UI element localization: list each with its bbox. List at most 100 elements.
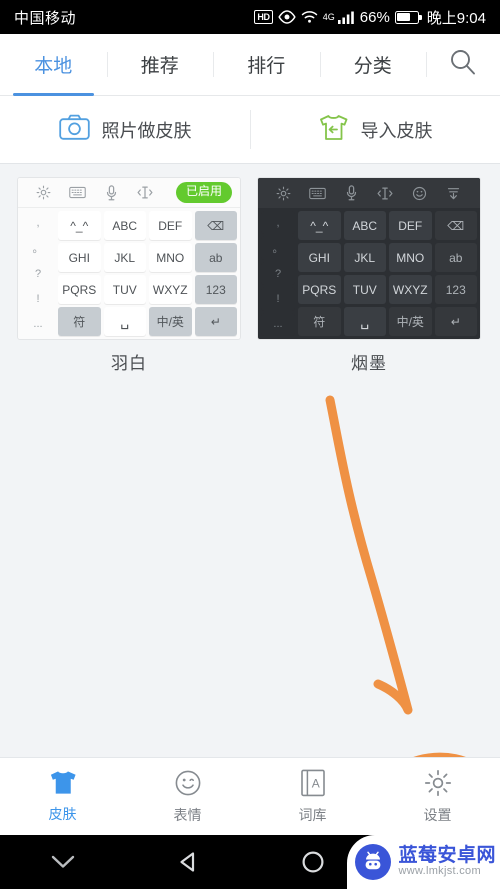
- microphone-icon: [94, 184, 128, 201]
- key-space[interactable]: ␣: [343, 307, 386, 336]
- wifi-icon: [301, 10, 318, 24]
- key-more[interactable]: ...: [261, 312, 295, 337]
- skin-name-light: 羽白: [111, 354, 147, 373]
- tshirt-import-icon: [318, 114, 349, 146]
- watermark: 蓝莓安卓网 www.lmkjst.com: [347, 835, 500, 889]
- status-bar: 中国移动 HD 4G 66% 晚上9:04: [0, 0, 500, 34]
- watermark-text: 蓝莓安卓网 www.lmkjst.com: [398, 846, 496, 877]
- key-123[interactable]: 123: [194, 275, 237, 304]
- keyboard-body-dark: , 。 ? ! ... ^_^ ABC DEF ⌫ GHI JKL MNO ab…: [258, 208, 480, 339]
- import-skin-label: 导入皮肤: [360, 120, 433, 141]
- key-backspace[interactable]: ⌫: [194, 211, 237, 240]
- photo-to-skin-button[interactable]: 照片做皮肤: [0, 96, 250, 163]
- key-def[interactable]: DEF: [149, 211, 192, 240]
- key-more[interactable]: ...: [21, 312, 55, 337]
- carrier-label: 中国移动: [14, 9, 77, 27]
- key-wxyz[interactable]: WXYZ: [149, 275, 192, 304]
- annotation-arrow-icon: [325, 395, 413, 715]
- gear-icon: [424, 769, 452, 800]
- action-bar: 照片做皮肤 导入皮肤: [0, 96, 500, 164]
- signal-bars-icon: [337, 11, 354, 24]
- cursor-move-icon: [128, 185, 162, 200]
- key-jkl[interactable]: JKL: [103, 243, 146, 272]
- skin-card-light[interactable]: 已启用 , 。 ? ! ... ^_^ ABC DEF ⌫ GHI JKL MN…: [18, 178, 240, 374]
- photo-to-skin-label: 照片做皮肤: [101, 120, 192, 141]
- network-type-label: 4G: [322, 12, 335, 22]
- tab-recommend[interactable]: 推荐: [106, 34, 214, 95]
- key-abc[interactable]: ABC: [343, 211, 386, 240]
- skin-name-dark: 烟墨: [351, 354, 387, 373]
- back-icon[interactable]: [125, 850, 250, 874]
- keyboard-left-column-light: , 。 ? ! ...: [21, 211, 55, 337]
- key-enter[interactable]: ↵: [434, 307, 477, 336]
- tab-local[interactable]: 本地: [0, 34, 107, 96]
- tab-ranking-label: 排行: [247, 56, 286, 77]
- tshirt-icon: [48, 769, 78, 799]
- search-icon: [448, 47, 478, 82]
- key-ab[interactable]: ab: [194, 243, 237, 272]
- key-wxyz[interactable]: WXYZ: [389, 275, 432, 304]
- tab-category[interactable]: 分类: [319, 34, 427, 95]
- key-mno[interactable]: MNO: [389, 243, 432, 272]
- nav-item-emoji-label: 表情: [173, 806, 202, 823]
- watermark-logo-icon: [355, 844, 392, 880]
- eye-icon: [278, 10, 296, 24]
- key-jkl[interactable]: JKL: [343, 243, 386, 272]
- tab-ranking[interactable]: 排行: [213, 34, 320, 95]
- key-emoticon[interactable]: ^_^: [58, 211, 101, 240]
- nav-item-emoji[interactable]: 表情: [125, 758, 250, 835]
- key-enter[interactable]: ↵: [194, 307, 237, 336]
- battery-percent-label: 66%: [359, 8, 390, 26]
- keyboard-body-light: , 。 ? ! ... ^_^ ABC DEF ⌫ GHI JKL MNO ab…: [18, 208, 240, 339]
- chevron-down-icon[interactable]: [0, 854, 125, 870]
- key-ghi[interactable]: GHI: [58, 243, 101, 272]
- nav-item-skins[interactable]: 皮肤: [0, 758, 125, 835]
- key-exclamation[interactable]: !: [261, 287, 295, 311]
- key-pqrs[interactable]: PQRS: [58, 275, 101, 304]
- keyboard-toolbar-dark: [258, 178, 480, 208]
- nav-item-settings[interactable]: 设置: [375, 758, 500, 835]
- key-exclamation[interactable]: !: [21, 287, 55, 311]
- tab-recommend-label: 推荐: [140, 56, 179, 77]
- key-mno[interactable]: MNO: [149, 243, 192, 272]
- key-pqrs[interactable]: PQRS: [298, 275, 341, 304]
- nav-item-dictionary[interactable]: A 词库: [250, 758, 375, 835]
- key-period[interactable]: 。: [261, 236, 295, 260]
- key-question[interactable]: ?: [261, 261, 295, 286]
- key-123[interactable]: 123: [434, 275, 477, 304]
- key-symbol[interactable]: 符: [298, 307, 341, 336]
- import-skin-button[interactable]: 导入皮肤: [250, 96, 500, 163]
- key-period[interactable]: 。: [21, 236, 55, 260]
- key-comma[interactable]: ,: [21, 211, 55, 235]
- camera-icon: [58, 114, 90, 145]
- clock-label: 晚上9:04: [426, 9, 486, 27]
- key-backspace[interactable]: ⌫: [434, 211, 477, 240]
- key-language-toggle[interactable]: 中/英: [149, 307, 192, 336]
- key-space[interactable]: ␣: [103, 307, 146, 336]
- search-button[interactable]: [426, 34, 500, 95]
- key-symbol[interactable]: 符: [58, 307, 101, 336]
- key-abc[interactable]: ABC: [103, 211, 146, 240]
- gear-icon: [26, 185, 60, 200]
- battery-icon: [394, 10, 422, 24]
- key-ab[interactable]: ab: [434, 243, 477, 272]
- key-tuv[interactable]: TUV: [103, 275, 146, 304]
- microphone-icon: [334, 185, 368, 201]
- svg-text:A: A: [311, 776, 319, 790]
- key-def[interactable]: DEF: [389, 211, 432, 240]
- watermark-title: 蓝莓安卓网: [398, 845, 496, 867]
- key-emoticon[interactable]: ^_^: [298, 211, 341, 240]
- dictionary-icon: A: [300, 769, 326, 800]
- nav-item-skins-label: 皮肤: [48, 806, 77, 822]
- key-language-toggle[interactable]: 中/英: [389, 307, 432, 336]
- keyboard-grid-light: ^_^ ABC DEF ⌫ GHI JKL MNO ab PQRS TUV WX…: [58, 211, 237, 336]
- key-ghi[interactable]: GHI: [298, 243, 341, 272]
- skin-card-dark[interactable]: , 。 ? ! ... ^_^ ABC DEF ⌫ GHI JKL MNO ab…: [258, 178, 480, 374]
- keyboard-icon: [60, 186, 94, 199]
- key-question[interactable]: ?: [21, 261, 55, 286]
- app-root: 中国移动 HD 4G 66% 晚上9:04 本地 推荐 排行 分类 照片做皮肤 …: [0, 0, 500, 889]
- status-icons: HD 4G 66% 晚上9:04: [254, 7, 486, 28]
- top-tab-bar: 本地 推荐 排行 分类: [0, 34, 500, 96]
- key-tuv[interactable]: TUV: [343, 275, 386, 304]
- key-comma[interactable]: ,: [261, 211, 295, 235]
